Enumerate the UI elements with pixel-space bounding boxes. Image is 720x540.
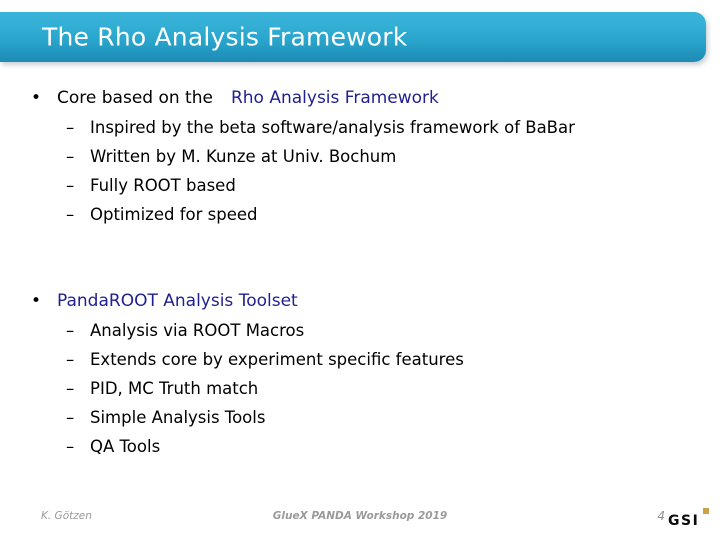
page-number: 4 <box>657 509 665 523</box>
bullet-marker-icon: • <box>31 291 42 311</box>
list-item: – Analysis via ROOT Macros <box>0 316 720 345</box>
dash-marker-icon: – <box>66 350 75 369</box>
bullet-heading-pandaroot: • PandaROOT Analysis Toolset <box>0 287 720 316</box>
list-item: – Simple Analysis Tools <box>0 403 720 432</box>
dash-marker-icon: – <box>66 118 75 137</box>
dash-marker-icon: – <box>66 205 75 224</box>
bullet-heading-plain-text: Core based on the <box>57 88 213 108</box>
footer-event-name: GlueX PANDA Workshop 2019 <box>272 510 448 522</box>
list-item-label: Extends core by experiment specific feat… <box>90 350 464 369</box>
list-item-label: QA Tools <box>90 437 161 456</box>
bullet-heading-core-based: • Core based on the Rho Analysis Framework <box>0 84 720 113</box>
dash-marker-icon: – <box>66 379 75 398</box>
list-item: – Written by M. Kunze at Univ. Bochum <box>0 142 720 171</box>
dash-marker-icon: – <box>66 147 75 166</box>
list-item: – Optimized for speed <box>0 200 720 229</box>
dash-marker-icon: – <box>66 437 75 456</box>
slide-title-bar: The Rho Analysis Framework <box>0 12 706 62</box>
gsi-logo-text: GSI <box>668 513 700 529</box>
slide-body: • Core based on the Rho Analysis Framework… <box>0 84 720 461</box>
dash-marker-icon: – <box>66 321 75 340</box>
list-item: – Fully ROOT based <box>0 171 720 200</box>
bullet-heading-highlight-text: PandaROOT Analysis Toolset <box>57 291 298 311</box>
list-item: – Inspired by the beta software/analysis … <box>0 113 720 142</box>
bullet-marker-icon: • <box>31 88 42 108</box>
slide-footer: K. Götzen GlueX PANDA Workshop 2019 4 GS… <box>0 506 720 532</box>
list-item-label: Inspired by the beta software/analysis f… <box>90 118 575 137</box>
dash-marker-icon: – <box>66 408 75 427</box>
list-item: – QA Tools <box>0 432 720 461</box>
page-title: The Rho Analysis Framework <box>42 22 408 52</box>
list-item-label: Analysis via ROOT Macros <box>90 321 305 340</box>
list-item-label: PID, MC Truth match <box>90 379 259 398</box>
dash-marker-icon: – <box>66 176 75 195</box>
list-item: – Extends core by experiment specific fea… <box>0 345 720 374</box>
bullet-group-pandaroot-toolset: • PandaROOT Analysis Toolset – Analysis vi… <box>0 287 720 461</box>
gsi-logo-accent-square-icon <box>703 508 709 514</box>
list-item-label: Optimized for speed <box>90 205 258 224</box>
gsi-logo: GSI <box>668 508 714 530</box>
list-item: – PID, MC Truth match <box>0 374 720 403</box>
bullet-group-rho-framework: • Core based on the Rho Analysis Framework… <box>0 84 720 229</box>
list-item-label: Written by M. Kunze at Univ. Bochum <box>90 147 397 166</box>
bullet-heading-highlight-text: Rho Analysis Framework <box>230 88 439 108</box>
list-item-label: Fully ROOT based <box>90 176 236 195</box>
list-item-label: Simple Analysis Tools <box>90 408 266 427</box>
